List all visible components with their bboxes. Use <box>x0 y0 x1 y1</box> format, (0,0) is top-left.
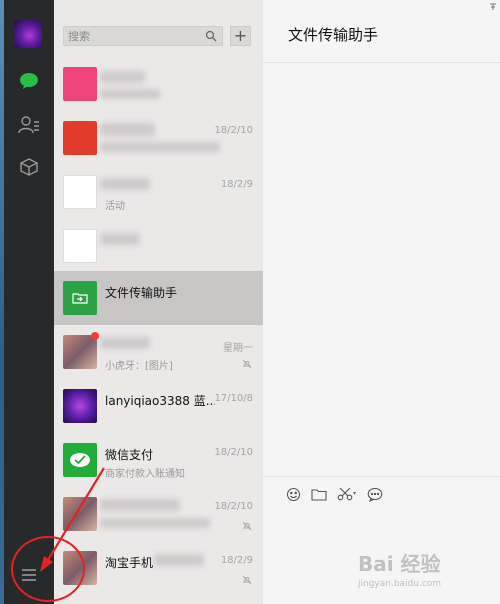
search-icon <box>205 30 217 42</box>
chat-name: 淘宝手机 <box>105 556 154 570</box>
chat-preview: 小虎牙：[图片] <box>105 361 173 372</box>
chat-time: 18/2/10 <box>214 501 253 512</box>
contact-avatar <box>63 389 97 423</box>
search-box[interactable] <box>63 26 223 46</box>
emoji-icon[interactable] <box>284 486 302 502</box>
chat-title: 文件传输助手 <box>288 26 379 44</box>
list-item[interactable]: 18/2/10 <box>54 111 263 165</box>
avatar[interactable] <box>14 20 42 48</box>
chat-bubble-icon[interactable] <box>366 486 384 502</box>
mute-icon <box>242 359 252 369</box>
list-item[interactable] <box>54 219 263 273</box>
list-item-file-transfer[interactable]: 文件传输助手 <box>54 271 263 325</box>
annotation-circle <box>11 536 85 602</box>
contact-avatar <box>63 175 97 209</box>
add-button[interactable]: + <box>230 26 251 46</box>
chat-time: 18/2/10 <box>214 125 253 136</box>
chat-name: 微信支付 <box>105 448 154 462</box>
list-item[interactable]: 小虎牙：[图片] 星期一 <box>54 325 263 379</box>
search-input[interactable] <box>68 27 198 45</box>
wechat-pay-icon <box>70 453 90 467</box>
divider <box>263 62 500 63</box>
screenshot-options-caret[interactable]: ▾ <box>353 490 356 497</box>
watermark-subtext: jingyan.baidu.com <box>358 579 442 589</box>
chat-time: 18/2/10 <box>214 447 253 458</box>
favorites-icon[interactable] <box>14 152 44 182</box>
list-item[interactable]: 活动 18/2/9 <box>54 165 263 219</box>
chats-icon[interactable] <box>14 66 44 96</box>
contact-avatar <box>63 335 97 369</box>
list-item[interactable]: 淘宝手机 18/2/9 <box>54 541 263 595</box>
contact-avatar <box>63 229 97 263</box>
list-item[interactable]: lanyiqiao3388 蓝... 17/10/8 <box>54 379 263 433</box>
chat-name: 文件传输助手 <box>105 286 178 300</box>
chat-main-panel: 文件传输助手 ▾ <box>263 0 500 604</box>
contacts-icon[interactable] <box>14 110 44 140</box>
chat-preview: 商家付款入账通知 <box>105 469 185 480</box>
scissors-icon[interactable] <box>336 486 354 502</box>
list-item[interactable] <box>54 57 263 111</box>
list-item[interactable]: 18/2/10 <box>54 487 263 541</box>
pin-icon[interactable] <box>488 2 498 12</box>
wechat-window: + 18/2/10 活动 18/2/9 <box>0 0 500 604</box>
chat-time: 星期一 <box>223 343 253 354</box>
folder-arrow-icon <box>72 293 88 304</box>
chat-name: lanyiqiao3388 蓝... <box>105 394 215 408</box>
chat-list-panel: + 18/2/10 活动 18/2/9 <box>54 0 263 604</box>
chat-preview: 活动 <box>105 201 125 212</box>
chat-time: 17/10/8 <box>214 393 253 404</box>
contact-avatar <box>63 121 97 155</box>
chat-time: 18/2/9 <box>220 179 253 190</box>
contact-avatar <box>63 67 97 101</box>
wechat-pay-avatar <box>63 443 97 477</box>
mute-icon <box>242 521 252 531</box>
chat-time: 18/2/9 <box>220 555 253 566</box>
list-item[interactable]: 微信支付 商家付款入账通知 18/2/10 <box>54 433 263 487</box>
divider <box>263 476 500 477</box>
folder-icon[interactable] <box>310 486 328 502</box>
unread-badge <box>91 332 99 340</box>
sidebar <box>4 0 54 604</box>
file-transfer-avatar <box>63 281 97 315</box>
mute-icon <box>242 575 252 585</box>
watermark: Bai 经验 jingyan.baidu.com <box>358 548 500 589</box>
contact-avatar <box>63 497 97 531</box>
watermark-text: Bai 经验 <box>358 552 441 576</box>
